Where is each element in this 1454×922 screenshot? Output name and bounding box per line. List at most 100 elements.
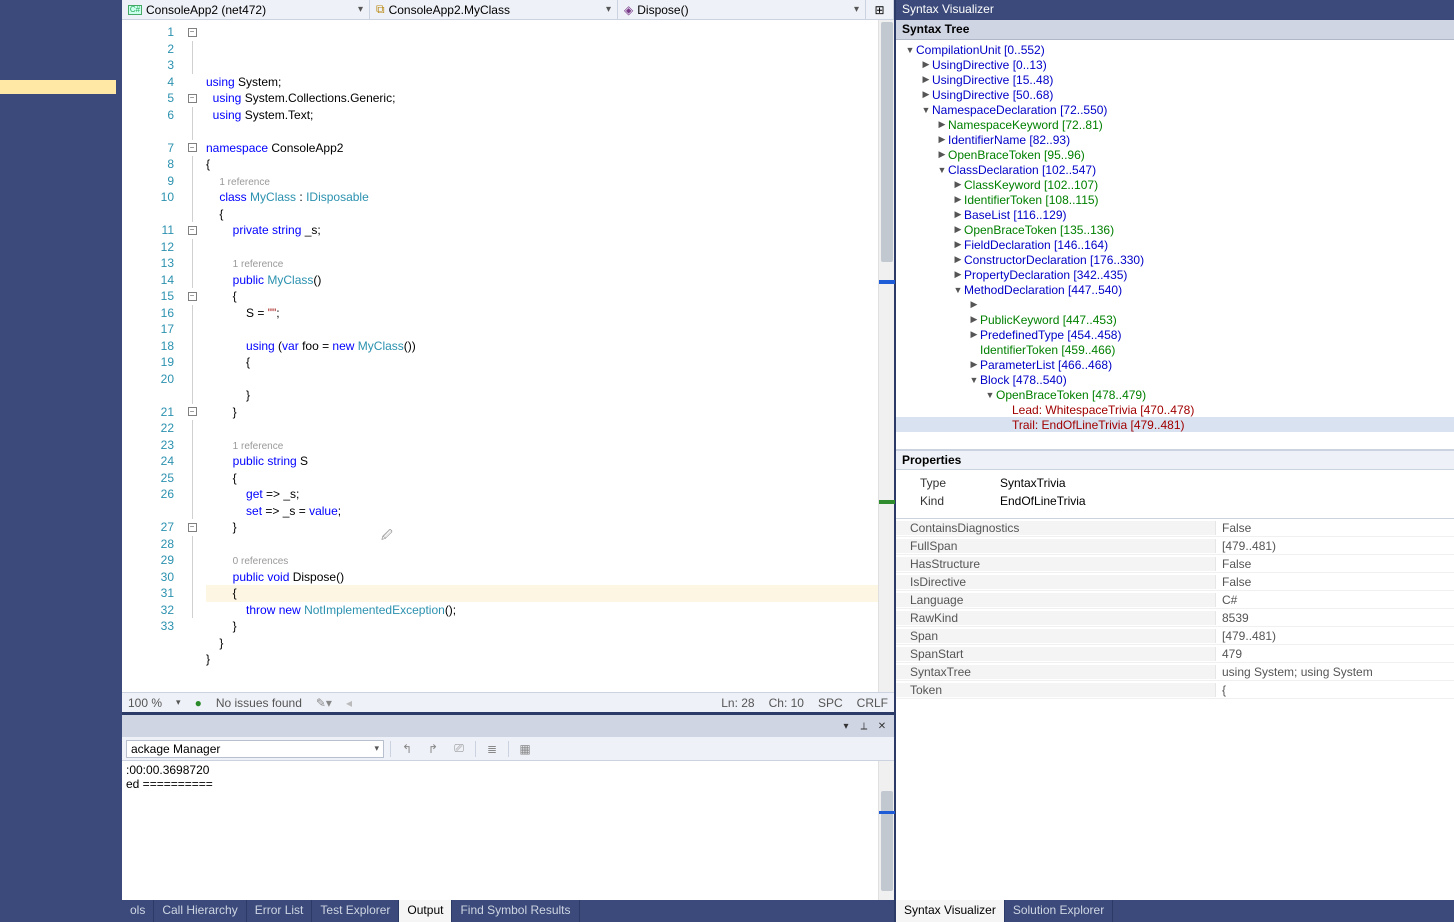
code-line[interactable]: } [206,651,878,668]
output-source-combo[interactable]: ackage Manager ▾ [126,740,384,758]
eol-mode[interactable]: CRLF [857,696,888,710]
expand-icon[interactable]: ▶ [920,89,932,100]
tree-node[interactable]: ▼ ClassDeclaration [102..547) [896,162,1454,177]
bottom-tab[interactable]: Output [399,900,452,922]
expand-icon[interactable]: ▼ [920,105,932,115]
tree-node[interactable]: ▶ PredefinedType [454..458) [896,327,1454,342]
tree-node[interactable]: ▼ OpenBraceToken [478..479) [896,387,1454,402]
code-line[interactable]: 0 references [206,552,878,569]
tree-node[interactable]: ▼ CompilationUnit [0..552) [896,42,1454,57]
prop-row[interactable]: LanguageC# [896,591,1454,609]
code-line[interactable] [206,668,878,685]
expand-icon[interactable]: ▶ [936,134,948,145]
prop-row[interactable]: Span[479..481) [896,627,1454,645]
prop-row[interactable]: RawKind8539 [896,609,1454,627]
code-line[interactable] [206,239,878,256]
code-line[interactable]: 1 reference [206,173,878,190]
code-line[interactable]: public string S [206,453,878,470]
fold-toggle[interactable]: − [188,407,197,416]
window-menu-icon[interactable]: ▾ [838,719,854,733]
tree-node[interactable]: ▶ UsingDirective [0..13) [896,57,1454,72]
tree-node[interactable]: ▼ NamespaceDeclaration [72..550) [896,102,1454,117]
prop-row[interactable]: IsDirectiveFalse [896,573,1454,591]
tree-node[interactable]: ▶ ParameterList [466..468) [896,357,1454,372]
pin-icon[interactable]: ⟂ [856,719,872,733]
scrollbar-thumb[interactable] [881,791,893,891]
code-line[interactable]: namespace ConsoleApp2 [206,140,878,157]
toggle-button[interactable]: ▦ [515,740,535,758]
tree-node[interactable]: ▶ PropertyDeclaration [342..435) [896,267,1454,282]
expand-icon[interactable]: ▶ [968,314,980,325]
zoom-level[interactable]: 100 % [128,696,162,710]
code-line[interactable]: } [206,635,878,652]
code-line[interactable] [206,536,878,553]
expand-icon[interactable]: ▶ [952,224,964,235]
prev-message-button[interactable]: ↰ [397,740,417,758]
tree-node[interactable]: ▼ Block [478..540) [896,372,1454,387]
bottom-tab[interactable]: Error List [247,900,313,922]
wrap-button[interactable]: ≣ [482,740,502,758]
code-line[interactable]: class MyClass : IDisposable [206,189,878,206]
chevron-down-icon[interactable]: ▾ [176,697,181,708]
tree-node[interactable]: ▶ UsingDirective [15..48) [896,72,1454,87]
clear-button[interactable]: ⎚ [449,740,469,758]
close-icon[interactable]: ✕ [874,719,890,733]
output-scrollbar[interactable] [878,761,894,900]
syntax-tree[interactable]: ▼ CompilationUnit [0..552) ▶ UsingDirect… [896,40,1454,450]
fold-toggle[interactable]: − [188,523,197,532]
fold-toggle[interactable]: − [188,28,197,37]
code-line[interactable]: using System; [206,74,878,91]
code-line[interactable]: } [206,387,878,404]
code-area[interactable]: 🖉 using System; using System.Collections… [202,20,878,692]
code-line[interactable] [206,420,878,437]
expand-icon[interactable]: ▶ [952,239,964,250]
code-line[interactable]: { [206,470,878,487]
col-label[interactable]: Ch: 10 [769,696,804,710]
output-text[interactable]: :00:00.3698720 ed ========== [122,761,894,900]
code-line[interactable]: S = ""; [206,305,878,322]
code-line[interactable] [206,123,878,140]
code-line[interactable]: using System.Collections.Generic; [206,90,878,107]
expand-icon[interactable]: ▶ [968,329,980,340]
expand-icon[interactable]: ▶ [920,74,932,85]
right-tab[interactable]: Solution Explorer [1005,900,1113,922]
expand-icon[interactable]: ▼ [968,375,980,385]
expand-icon[interactable]: ▶ [936,149,948,160]
tree-node[interactable]: ▶ OpenBraceToken [95..96) [896,147,1454,162]
expand-icon[interactable]: ▼ [936,165,948,175]
right-tab[interactable]: Syntax Visualizer [896,900,1005,922]
code-line[interactable]: { [206,585,878,602]
fold-toggle[interactable]: − [188,292,197,301]
tree-node[interactable]: ▶ IdentifierName [82..93) [896,132,1454,147]
nav-class[interactable]: ⧉ ConsoleApp2.MyClass ▾ [370,0,618,19]
fold-toggle[interactable]: − [188,226,197,235]
code-line[interactable]: } [206,519,878,536]
bottom-tab[interactable]: ols [122,900,154,922]
expand-icon[interactable]: ▶ [952,194,964,205]
expand-icon[interactable]: ▼ [904,45,916,55]
code-line[interactable]: using System.Text; [206,107,878,124]
tree-node[interactable]: ▶ NamespaceKeyword [72..81) [896,117,1454,132]
scrollbar-thumb[interactable] [881,22,893,262]
expand-icon[interactable]: ▶ [920,59,932,70]
properties-grid[interactable]: ContainsDiagnosticsFalseFullSpan[479..48… [896,519,1454,900]
nav-split[interactable]: ⊞ [866,0,894,19]
bottom-tab[interactable]: Call Hierarchy [154,900,246,922]
bottom-tab[interactable]: Find Symbol Results [452,900,579,922]
expand-icon[interactable]: ▶ [952,254,964,265]
code-line[interactable]: using (var foo = new MyClass()) [206,338,878,355]
nav-project[interactable]: C# ConsoleApp2 (net472) ▾ [122,0,370,19]
code-line[interactable]: public void Dispose() [206,569,878,586]
fold-toggle[interactable]: − [188,94,197,103]
expand-icon[interactable]: ▶ [968,359,980,370]
tree-node[interactable]: ▶ UsingDirective [50..68) [896,87,1454,102]
code-line[interactable]: 1 reference [206,255,878,272]
fold-toggle[interactable]: − [188,143,197,152]
nav-member[interactable]: ◈ Dispose() ▾ [618,0,866,19]
fold-gutter[interactable]: − − − − − − − [182,20,202,692]
tree-node[interactable]: ▶ FieldDeclaration [146..164) [896,237,1454,252]
prop-row[interactable]: SpanStart479 [896,645,1454,663]
tree-node[interactable]: ▶ [896,297,1454,312]
prop-row[interactable]: HasStructureFalse [896,555,1454,573]
tree-node[interactable]: ▶ ClassKeyword [102..107) [896,177,1454,192]
